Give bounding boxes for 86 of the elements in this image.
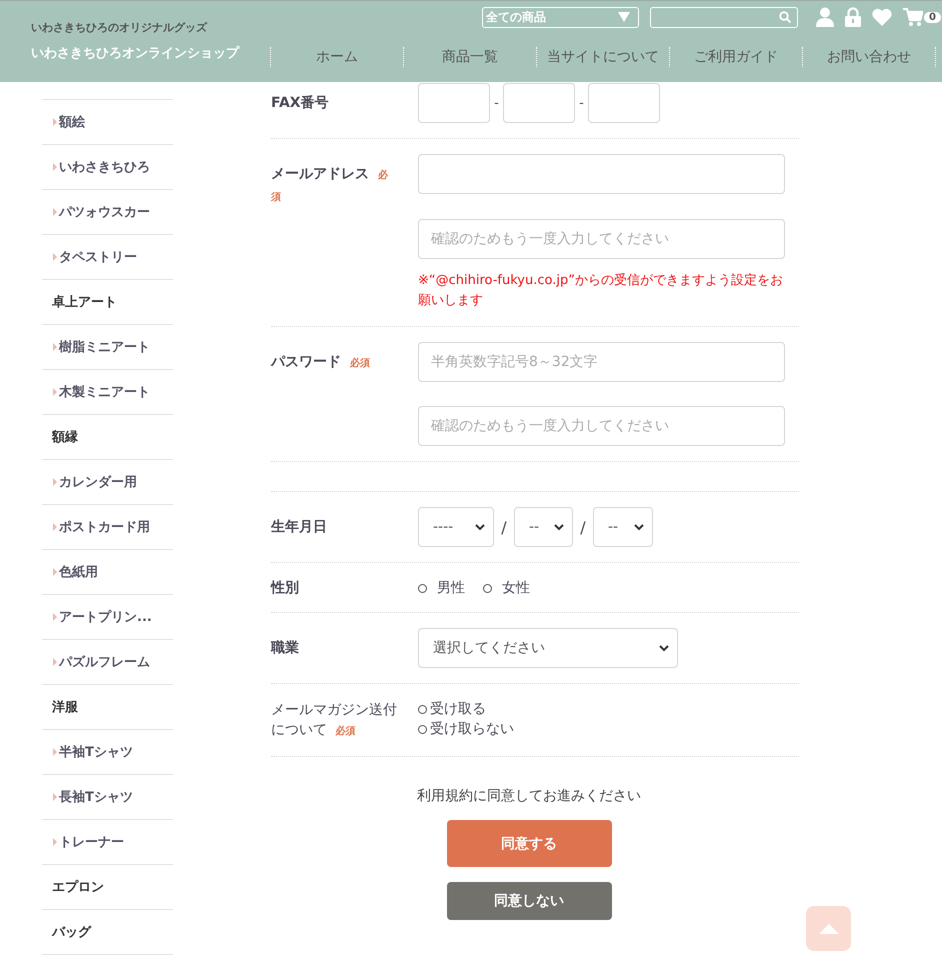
select-field[interactable]: -- <box>514 507 573 547</box>
subcategory-link[interactable]: カレンダー用 <box>42 460 173 505</box>
category-link[interactable]: 額縁 <box>42 415 173 460</box>
triangle-icon[interactable] <box>53 658 57 666</box>
triangle-icon[interactable] <box>53 163 57 171</box>
radio-button[interactable] <box>418 704 427 714</box>
field-label: FAX番号 <box>271 94 330 113</box>
select-field[interactable]: ---- <box>418 507 494 547</box>
radio-button[interactable] <box>418 584 427 592</box>
separator-text: - <box>493 96 500 110</box>
disagree-button[interactable]: 同意しない <box>446 882 612 920</box>
chevron-down-icon[interactable] <box>475 524 485 530</box>
search-field[interactable] <box>650 6 798 28</box>
field-label: メールマガジン送付について 必須 <box>271 701 398 740</box>
triangle-icon[interactable] <box>53 388 57 396</box>
separator-text: / <box>500 518 508 536</box>
cart-count-badge: 0 <box>924 12 941 22</box>
triangle-icon[interactable] <box>53 208 57 216</box>
subcategory-link[interactable]: 木製ミニアート <box>42 370 173 415</box>
text-field[interactable]: 半角英数字記号8～32文字 <box>418 342 785 382</box>
radio-button[interactable] <box>483 584 492 592</box>
chevron-down-icon[interactable] <box>634 524 644 530</box>
triangle-icon[interactable] <box>53 253 57 261</box>
field-label: 性別 <box>271 579 300 598</box>
radio-label[interactable]: 女性 <box>502 579 530 597</box>
chevron-down-icon[interactable] <box>659 644 669 652</box>
text-field[interactable] <box>418 83 490 123</box>
field-label: パスワード 必須 <box>271 353 371 372</box>
triangle-icon[interactable] <box>53 748 57 756</box>
text-field[interactable] <box>418 154 785 194</box>
triangle-icon[interactable] <box>53 838 57 846</box>
category-link[interactable]: 卓上アート <box>42 280 173 325</box>
tagline: いわさきちひろのオリジナルグッズ <box>31 20 208 35</box>
subcategory-link[interactable]: 長袖Tシャツ <box>42 775 173 820</box>
lock-icon[interactable] <box>845 7 861 27</box>
subcategory-link[interactable]: タペストリー <box>42 235 173 280</box>
subcategory-link[interactable]: 額絵 <box>42 100 173 145</box>
triangle-icon[interactable] <box>53 613 57 621</box>
field-label: メールアドレス 必須 <box>271 165 389 205</box>
text-field[interactable] <box>588 83 660 123</box>
subcategory-link[interactable]: アートプリン... <box>42 595 173 640</box>
radio-label[interactable]: 受け取る <box>430 700 486 718</box>
text-field[interactable]: 確認のためもう一度入力してください <box>418 406 785 446</box>
subcategory-link[interactable]: トレーナー <box>42 820 173 865</box>
field-label: 生年月日 <box>271 518 328 537</box>
nav-link[interactable]: 当サイトについて <box>536 47 669 67</box>
triangle-icon[interactable] <box>53 523 57 531</box>
back-to-top-button[interactable] <box>806 906 851 951</box>
warning-note: ※“@chihiro-fukyu.co.jp”からの受信ができますよう設定をお願いします <box>418 272 783 310</box>
separator-text: - <box>578 96 585 110</box>
terms-text: 利用規約に同意してお進みください <box>417 787 641 805</box>
cart-icon[interactable] <box>903 8 923 26</box>
subcategory-link[interactable]: 半袖Tシャツ <box>42 730 173 775</box>
category-link[interactable]: エプロン <box>42 865 173 910</box>
radio-label[interactable]: 男性 <box>437 579 465 597</box>
radio-label[interactable]: 受け取らない <box>430 720 514 738</box>
triangle-icon[interactable] <box>53 343 57 351</box>
nav-link[interactable]: ご利用ガイド <box>669 47 802 67</box>
text-field[interactable]: 確認のためもう一度入力してください <box>418 219 785 259</box>
triangle-icon <box>818 924 838 934</box>
subcategory-link[interactable]: ポストカード用 <box>42 505 173 550</box>
subcategory-link[interactable]: パズルフレーム <box>42 640 173 685</box>
subcategory-link[interactable]: 樹脂ミニアート <box>42 325 173 370</box>
triangle-icon[interactable] <box>53 478 57 486</box>
heart-icon[interactable] <box>872 8 892 26</box>
select-field[interactable]: 選択してください <box>418 628 678 668</box>
nav-link[interactable]: 商品一覧 <box>403 47 536 67</box>
triangle-icon[interactable] <box>53 793 57 801</box>
search-icon[interactable] <box>779 11 791 23</box>
chevron-down-icon[interactable] <box>554 524 564 530</box>
radio-button[interactable] <box>418 724 427 734</box>
category-link[interactable]: 洋服 <box>42 685 173 730</box>
select-field[interactable]: -- <box>593 507 653 547</box>
subcategory-link[interactable]: パツォウスカー <box>42 190 173 235</box>
subcategory-link[interactable]: いわさきちひろ <box>42 145 173 190</box>
category-link[interactable]: バッグ <box>42 910 173 955</box>
field-label: 職業 <box>271 639 300 658</box>
dropdown-triangle-icon[interactable] <box>618 12 630 22</box>
nav-link[interactable]: ホーム <box>270 47 403 67</box>
separator-text: / <box>579 518 587 536</box>
subcategory-link[interactable]: 色紙用 <box>42 550 173 595</box>
triangle-icon[interactable] <box>53 568 57 576</box>
nav-link[interactable]: お問い合わせ <box>802 47 936 67</box>
user-icon[interactable] <box>816 7 834 27</box>
text-field[interactable] <box>503 83 575 123</box>
triangle-icon[interactable] <box>53 118 57 126</box>
